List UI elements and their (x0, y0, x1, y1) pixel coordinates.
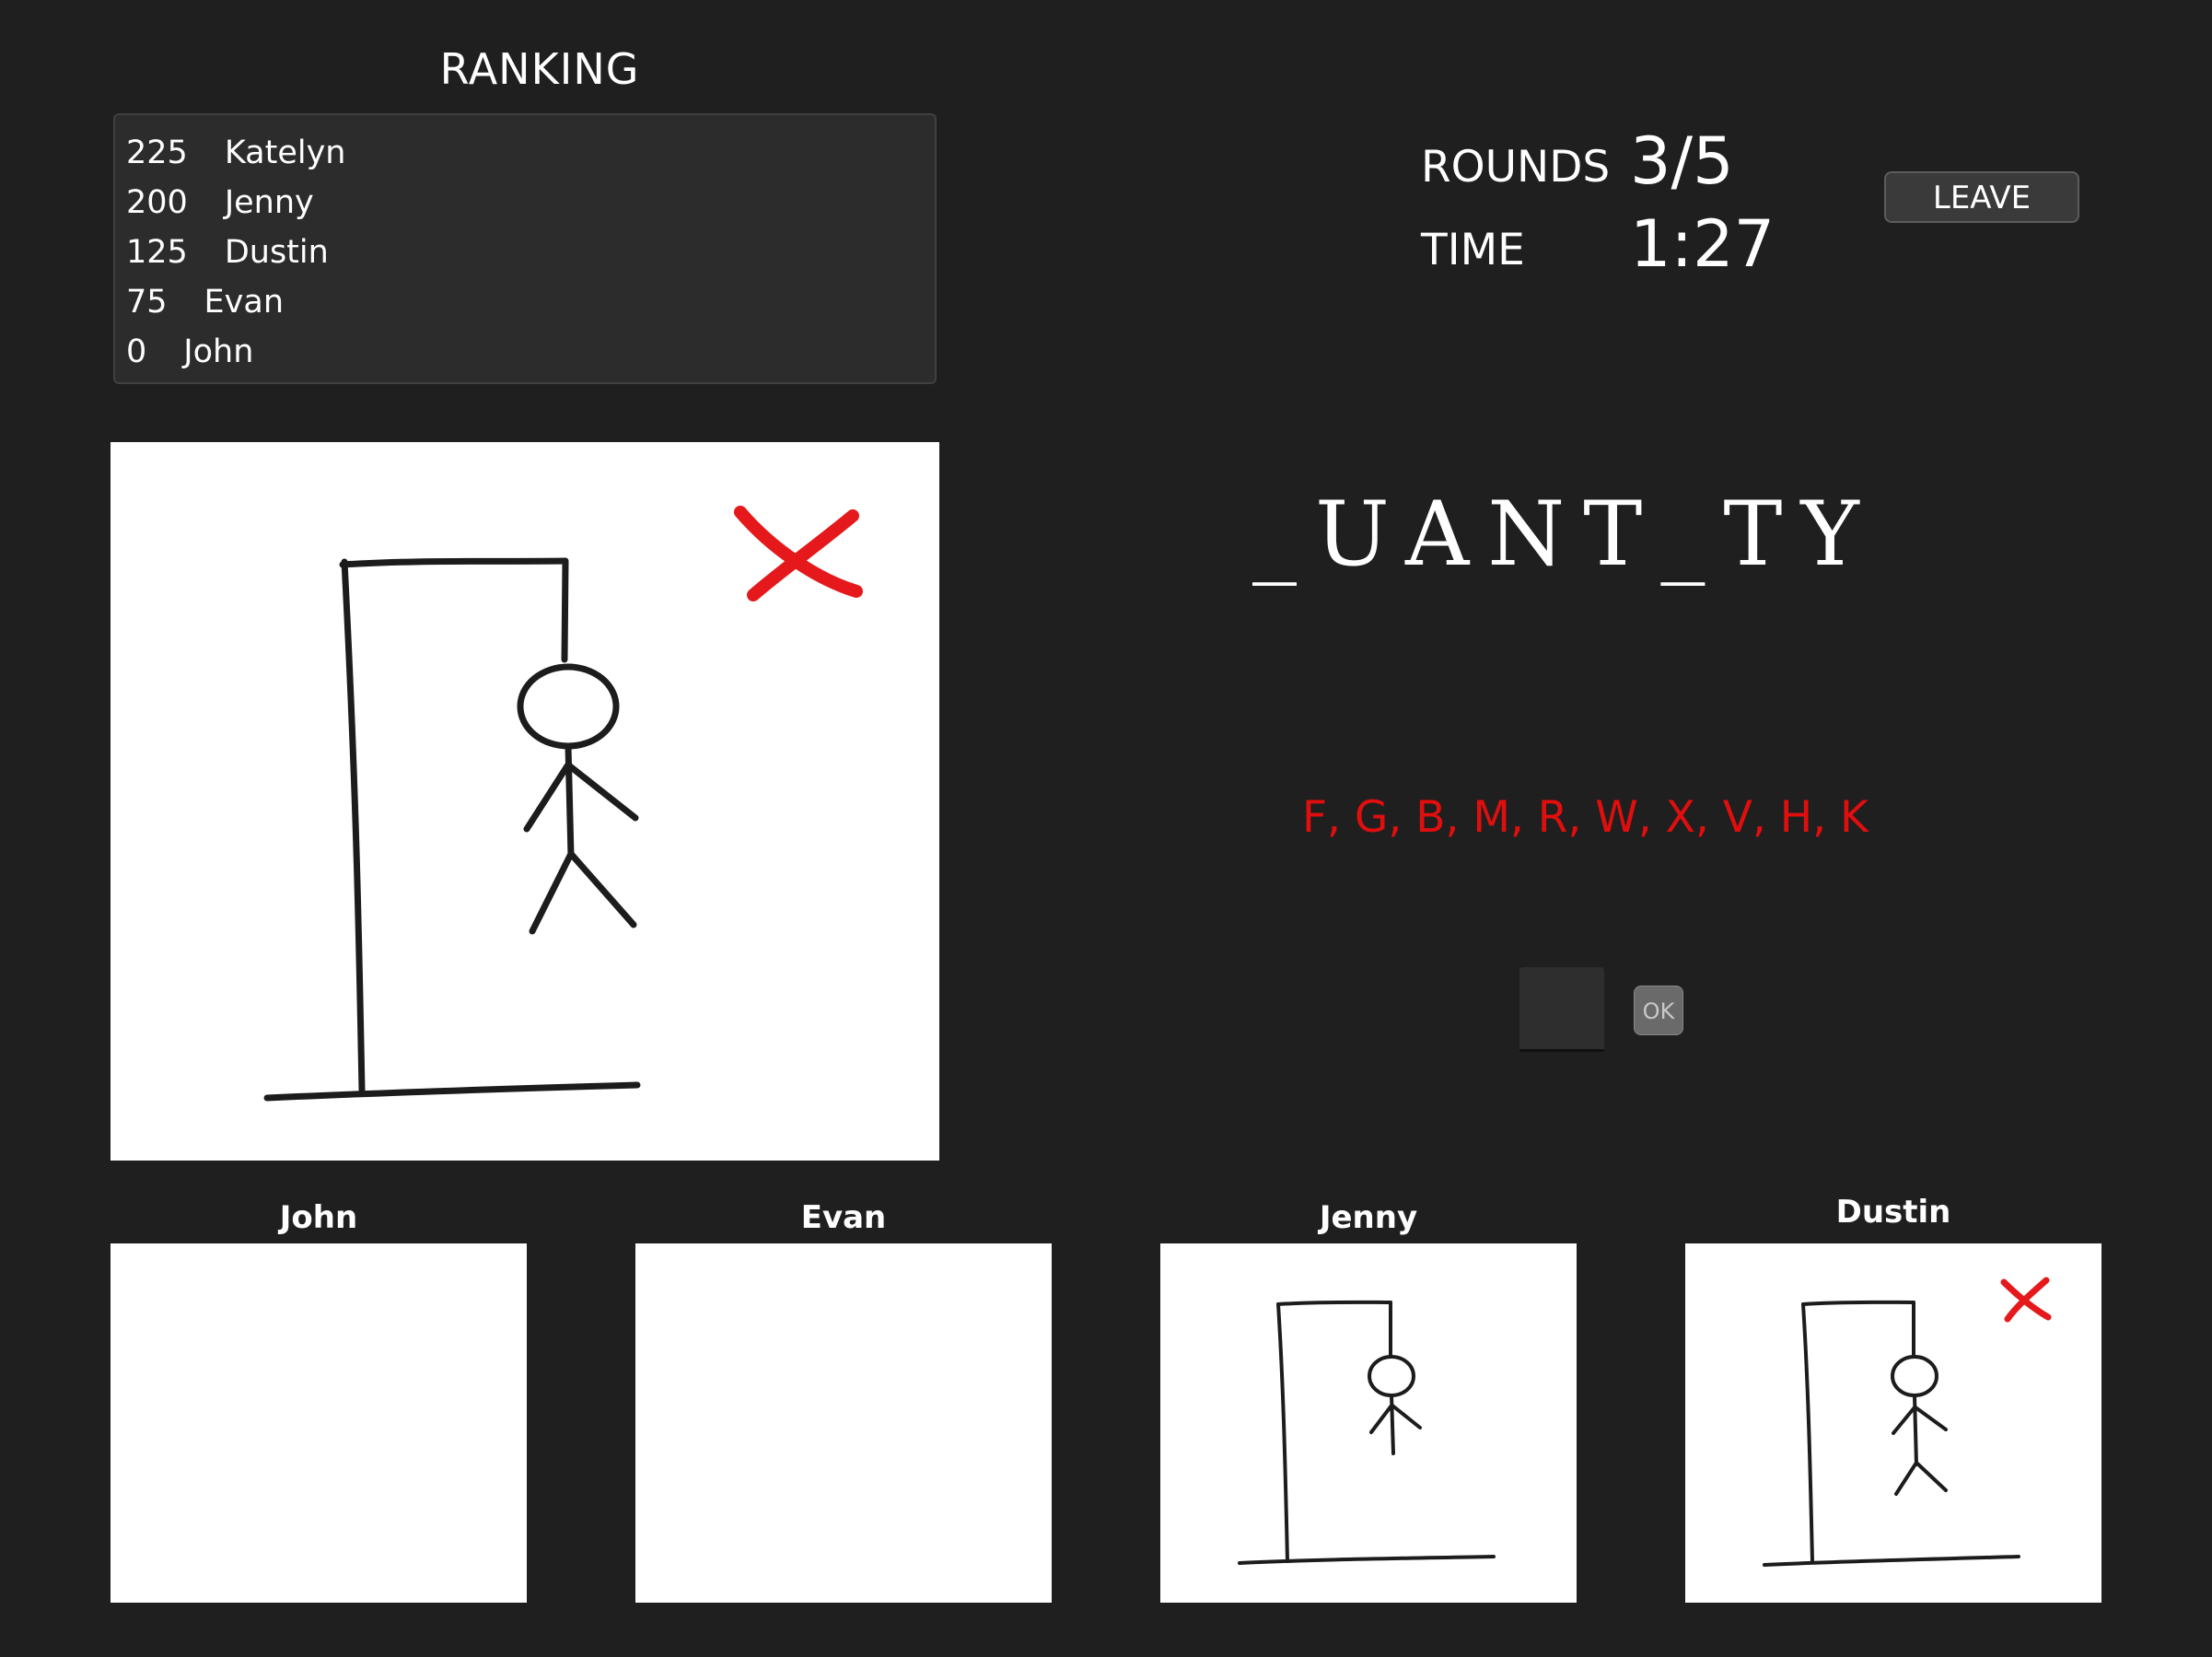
ranking-row: 125 Dustin (126, 228, 329, 277)
hangman-left-arm (1369, 1404, 1393, 1434)
cross-icon (734, 506, 863, 601)
time-value: 1:27 (1630, 206, 1775, 282)
word-display: _UANT_TY (1252, 483, 1878, 586)
ranking-player-name: Katelyn (224, 134, 346, 171)
hangman-right-arm (1391, 1404, 1422, 1429)
hangman-right-leg (567, 850, 637, 928)
hangman-right-arm (566, 763, 639, 822)
gallows-beam (1801, 1300, 1915, 1306)
hangman-left-arm (1892, 1406, 1916, 1435)
ranking-player-name: John (183, 333, 254, 370)
hangman-right-arm (1914, 1406, 1948, 1431)
player-board-john (111, 1243, 527, 1603)
ok-button[interactable]: OK (1634, 986, 1683, 1035)
gallows-beam (1276, 1300, 1392, 1306)
gallows-base (1763, 1555, 2020, 1567)
player-board-evan (635, 1243, 1052, 1603)
guess-input[interactable] (1519, 967, 1604, 1052)
gallows-post (1276, 1302, 1289, 1563)
hangman-head (517, 663, 620, 750)
ranking-row: 225 Katelyn (126, 128, 345, 178)
ranking-row: 0 John (126, 327, 253, 377)
gallows-post (1801, 1302, 1814, 1563)
ranking-score: 0 (126, 333, 147, 370)
ranking-title: RANKING (439, 44, 640, 94)
hangman-left-arm (523, 761, 572, 833)
wrong-letters: F, G, B, M, R, W, X, V, H, K (1302, 792, 1869, 843)
player-name: Dustin (1835, 1194, 1951, 1231)
hangman-board (111, 442, 939, 1161)
gallows-beam (339, 557, 569, 568)
hangman-drawing (263, 506, 863, 1102)
ranking-player-name: Dustin (224, 234, 329, 271)
hangman-head (1368, 1355, 1415, 1397)
rounds-value: 3/5 (1630, 123, 1734, 199)
player-name: John (279, 1199, 358, 1236)
hangman-right-leg (1915, 1461, 1948, 1492)
ranking-row: 200 Jenny (126, 178, 314, 228)
gallows-base (263, 1081, 641, 1102)
rounds-label: ROUNDS (1421, 142, 1611, 193)
player-name: Evan (800, 1199, 887, 1236)
ranking-score: 125 (126, 234, 188, 271)
player-name: Jenny (1319, 1199, 1418, 1236)
cross-icon (2000, 1277, 2052, 1323)
ranking-list: 225 Katelyn 200 Jenny 125 Dustin 75 Evan 0 Jo… (113, 113, 937, 384)
gallows-post (341, 558, 366, 1093)
leave-button[interactable]: LEAVE (1884, 171, 2079, 223)
time-label: TIME (1421, 225, 1525, 275)
ranking-row: 75 Evan (126, 277, 284, 327)
player-board-dustin (1685, 1243, 2101, 1603)
ranking-score: 225 (126, 134, 188, 171)
gallows-base (1238, 1555, 1496, 1565)
ranking-score: 200 (126, 184, 188, 221)
hangman-left-leg (529, 850, 575, 935)
ranking-player-name: Evan (204, 284, 285, 321)
player-board-jenny (1160, 1243, 1577, 1603)
ranking-player-name: Jenny (224, 184, 314, 221)
hangman-head (1891, 1355, 1938, 1397)
ranking-score: 75 (126, 284, 168, 321)
hangman-left-leg (1894, 1461, 1918, 1496)
hangman-drawing (1763, 1277, 2052, 1567)
hangman-drawing (1238, 1300, 1496, 1565)
